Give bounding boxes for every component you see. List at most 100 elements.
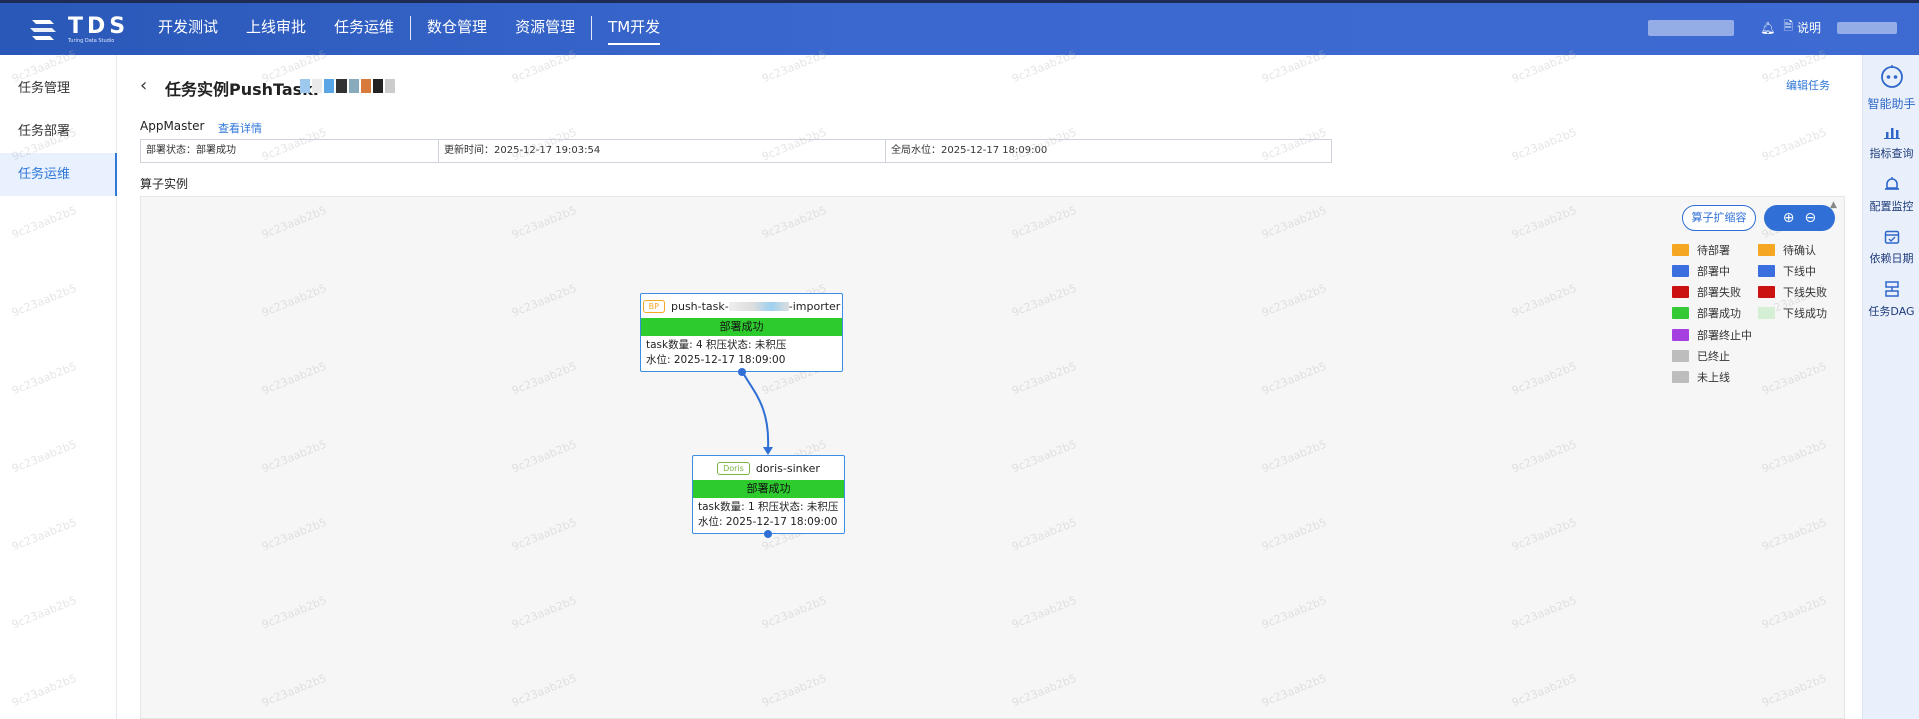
legend-label: 下线失败 bbox=[1783, 286, 1827, 299]
node-watermark: 水位: 2025-12-17 18:09:00 bbox=[646, 354, 786, 366]
node-status-bar: 部署成功 bbox=[693, 480, 844, 498]
node-output-port[interactable] bbox=[738, 368, 746, 376]
legend-label: 已终止 bbox=[1697, 350, 1730, 363]
calendar-icon bbox=[1863, 229, 1919, 248]
dag-canvas[interactable] bbox=[140, 196, 1845, 719]
legend-swatch bbox=[1672, 265, 1689, 277]
node-details: task数量: 4 积压状态: 未积压 水位: 2025-12-17 18:09… bbox=[641, 336, 842, 370]
left-sidebar: 任务管理 任务部署 任务运维 bbox=[0, 55, 117, 719]
toolbar-label: 智能助手 bbox=[1867, 97, 1916, 111]
toolbar-task-dag[interactable]: 任务DAG bbox=[1863, 281, 1919, 319]
node-details: task数量: 1 积压状态: 未积压 水位: 2025-12-17 18:09… bbox=[693, 498, 844, 532]
legend-item: 待部署 bbox=[1672, 242, 1730, 258]
blurred-title-suffix bbox=[300, 79, 395, 93]
header-right-area: 🔔︎ 🗎 说明 bbox=[1648, 0, 1919, 55]
legend-label: 下线中 bbox=[1783, 265, 1816, 278]
node-type-tag: BP bbox=[642, 299, 665, 313]
node-header: BP push-task- -importer bbox=[641, 294, 842, 318]
operator-scale-button[interactable]: 算子扩缩容 bbox=[1682, 205, 1756, 231]
nav-dev-test[interactable]: 开发测试 bbox=[144, 0, 232, 55]
main-nav: 开发测试 上线审批 任务运维 数仓管理 资源管理 TM开发 bbox=[144, 0, 674, 55]
legend-label: 未上线 bbox=[1697, 371, 1730, 384]
node-name-prefix: push-task- bbox=[670, 299, 729, 313]
deploy-status-cell: 部署状态：部署成功 bbox=[141, 140, 439, 162]
nav-tm-dev[interactable]: TM开发 bbox=[594, 0, 674, 55]
legend-swatch bbox=[1672, 371, 1689, 383]
legend-swatch bbox=[1672, 244, 1689, 256]
legend-label: 部署终止中 bbox=[1697, 329, 1752, 342]
zoom-in-icon[interactable]: ⊕ bbox=[1783, 210, 1795, 226]
legend-item: 部署终止中 bbox=[1672, 327, 1752, 343]
zoom-controls: ⊕ ⊖ bbox=[1764, 205, 1835, 231]
watermark-text: 9c23aab2b5 bbox=[1760, 125, 1829, 164]
dag-node-importer[interactable]: BP push-task- -importer 部署成功 task数量: 4 积压… bbox=[640, 293, 843, 372]
legend-item: 部署成功 bbox=[1672, 305, 1741, 321]
legend-item: 未上线 bbox=[1672, 369, 1730, 385]
legend-label: 待确认 bbox=[1783, 244, 1816, 257]
blurred-node-name bbox=[728, 302, 789, 311]
page-title: 任务实例PushTaskI bbox=[165, 80, 319, 99]
sidebar-item-task-ops[interactable]: 任务运维 bbox=[0, 153, 117, 196]
logo-mark-icon bbox=[30, 20, 56, 40]
legend-item: 下线成功 bbox=[1758, 305, 1827, 321]
legend-swatch bbox=[1672, 307, 1689, 319]
legend-item: 待确认 bbox=[1758, 242, 1816, 258]
nav-divider bbox=[410, 15, 412, 40]
node-type-tag: Doris bbox=[717, 461, 750, 475]
dag-node-doris-sinker[interactable]: Doris doris-sinker 部署成功 task数量: 1 积压状态: … bbox=[692, 455, 845, 534]
blurred-user-info bbox=[1648, 19, 1735, 36]
legend-swatch bbox=[1758, 286, 1775, 298]
legend-item: 部署失败 bbox=[1672, 284, 1741, 300]
legend-swatch bbox=[1758, 244, 1775, 256]
node-name-suffix: -importer bbox=[788, 299, 841, 313]
node-name: doris-sinker bbox=[755, 461, 820, 475]
view-details-link[interactable]: 查看详情 bbox=[218, 120, 262, 136]
alarm-bell-icon bbox=[1863, 177, 1919, 196]
appmaster-info-table: 部署状态：部署成功 更新时间：2025-12-17 19:03:54 全局水位：… bbox=[140, 139, 1332, 163]
nav-task-ops[interactable]: 任务运维 bbox=[320, 0, 408, 55]
logo-text: TDS bbox=[68, 14, 130, 39]
legend-item: 部署中 bbox=[1672, 263, 1730, 279]
dag-icon bbox=[1863, 281, 1919, 301]
top-navigation-bar: TDS Turing Data Studio 开发测试 上线审批 任务运维 数仓… bbox=[0, 0, 1919, 55]
notification-bell-icon[interactable]: 🔔︎ bbox=[1760, 21, 1775, 35]
tds-logo[interactable]: TDS Turing Data Studio bbox=[26, 12, 126, 46]
blurred-user-avatar[interactable] bbox=[1837, 21, 1897, 34]
toolbar-ai-assistant[interactable]: 智能助手 bbox=[1863, 65, 1919, 112]
document-icon: 🗎 bbox=[1783, 19, 1793, 33]
bar-chart-icon bbox=[1863, 125, 1919, 143]
toolbar-config-monitor[interactable]: 配置监控 bbox=[1863, 177, 1919, 214]
toolbar-dependency-date[interactable]: 依赖日期 bbox=[1863, 229, 1919, 266]
operator-instances-label: 算子实例 bbox=[140, 177, 189, 191]
legend-swatch bbox=[1672, 329, 1689, 341]
node-header: Doris doris-sinker bbox=[693, 456, 844, 480]
legend-swatch bbox=[1758, 265, 1775, 277]
sidebar-item-task-management[interactable]: 任务管理 bbox=[0, 67, 116, 110]
legend-swatch bbox=[1672, 286, 1689, 298]
nav-resources[interactable]: 资源管理 bbox=[501, 0, 589, 55]
toolbar-label: 配置监控 bbox=[1869, 200, 1914, 213]
legend-label: 下线成功 bbox=[1783, 307, 1827, 320]
legend-label: 待部署 bbox=[1697, 244, 1730, 257]
node-watermark: 水位: 2025-12-17 18:09:00 bbox=[698, 516, 838, 528]
legend-item: 下线中 bbox=[1758, 263, 1816, 279]
right-toolbar: 智能助手 指标查询 配置监控 依赖日期 任务DAG bbox=[1862, 55, 1919, 719]
global-watermark-cell: 全局水位：2025-12-17 18:09:00 bbox=[891, 145, 1048, 156]
help-link[interactable]: 🗎 说明 bbox=[1783, 17, 1821, 38]
help-label: 说明 bbox=[1796, 21, 1821, 35]
toolbar-metric-query[interactable]: 指标查询 bbox=[1863, 125, 1919, 161]
node-name: push-task- -importer bbox=[671, 300, 840, 313]
legend-swatch bbox=[1672, 350, 1689, 362]
node-task-count: task数量: 1 积压状态: 未积压 bbox=[698, 501, 839, 513]
toolbar-label: 指标查询 bbox=[1869, 147, 1914, 160]
back-arrow-icon[interactable]: ‹ bbox=[140, 75, 147, 96]
nav-warehouse[interactable]: 数仓管理 bbox=[413, 0, 501, 55]
edit-task-link[interactable]: 编辑任务 bbox=[1786, 77, 1830, 93]
zoom-out-icon[interactable]: ⊖ bbox=[1805, 210, 1817, 226]
sidebar-item-task-deploy[interactable]: 任务部署 bbox=[0, 110, 116, 153]
robot-icon bbox=[1863, 65, 1919, 93]
update-time-cell: 更新时间：2025-12-17 19:03:54 bbox=[439, 140, 886, 162]
node-output-port[interactable] bbox=[764, 530, 772, 538]
legend-item: 下线失败 bbox=[1758, 284, 1827, 300]
nav-release-approval[interactable]: 上线审批 bbox=[232, 0, 320, 55]
